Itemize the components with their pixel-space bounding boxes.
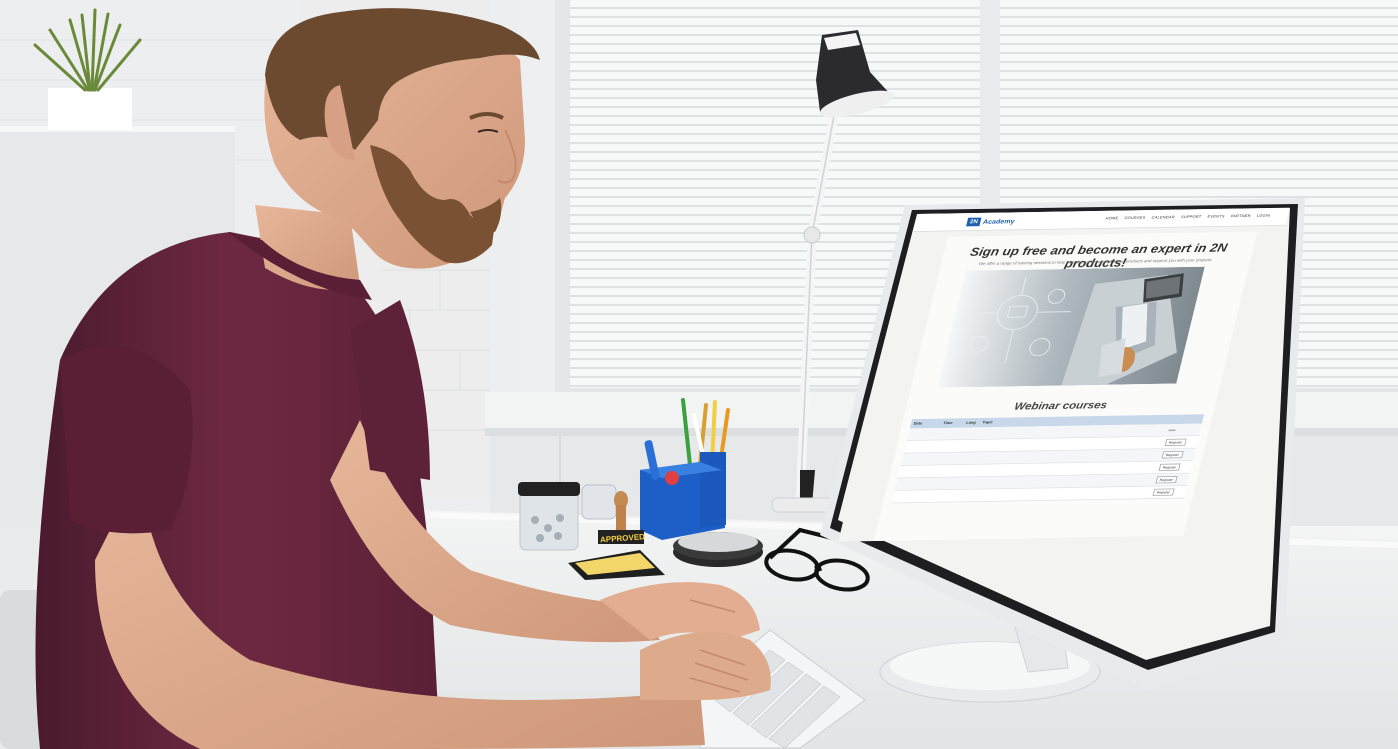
person-at-desk [0,8,771,749]
office-scene: APPROVED 2N Academy HOME COURSES CALENDA… [0,0,1398,749]
